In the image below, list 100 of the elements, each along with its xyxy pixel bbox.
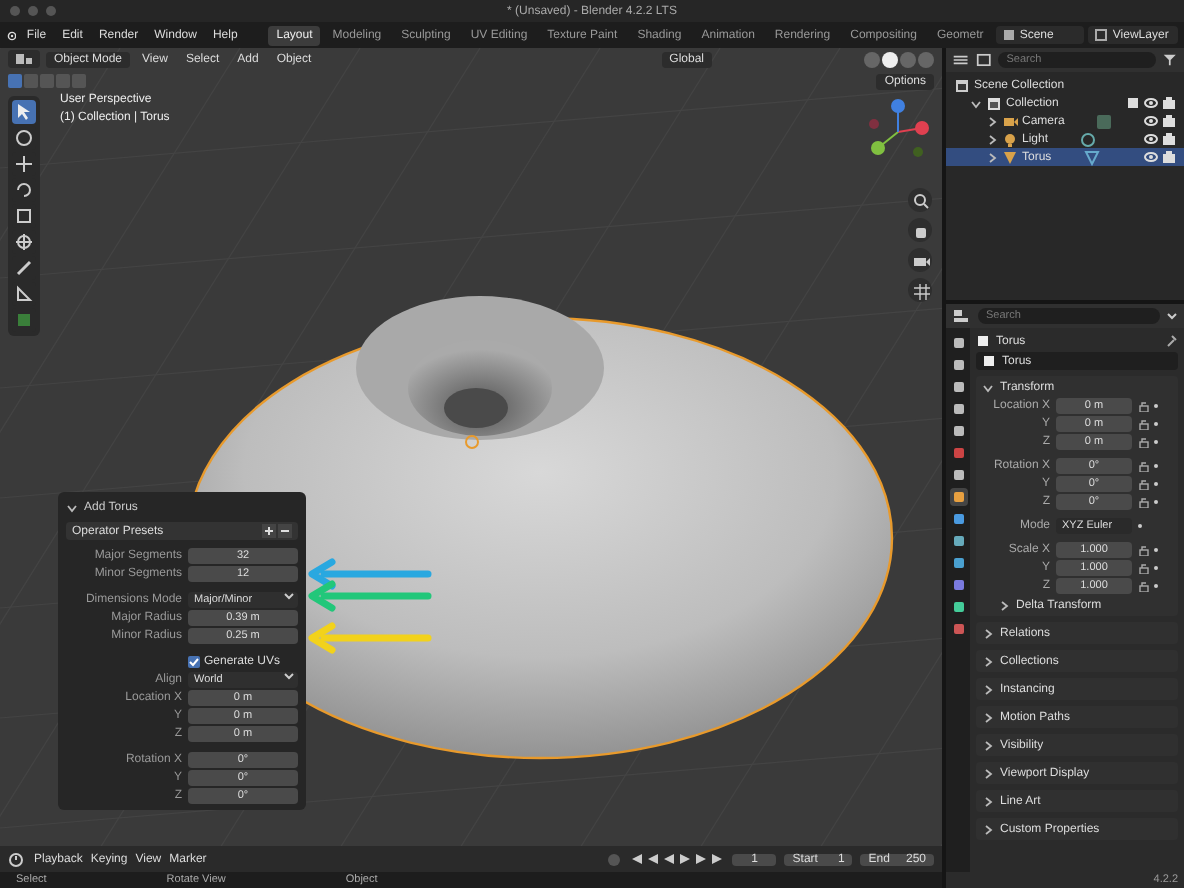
scene-icon [1001,28,1016,42]
square-icon [951,424,965,438]
tool-button[interactable] [12,204,36,228]
properties-tab[interactable] [949,620,967,638]
tool-button[interactable] [12,126,36,150]
plus-icon [264,526,274,536]
properties-tab[interactable] [949,576,967,594]
chevron-down-icon [284,592,294,600]
camera-icon [1002,113,1018,129]
properties-tab[interactable] [949,400,967,418]
lock-icon[interactable] [1138,562,1150,574]
chevron-right-icon[interactable] [986,115,998,127]
chevron-down-icon[interactable] [1166,310,1178,322]
chevron-right-icon[interactable] [986,133,998,145]
zoom-icon [911,191,929,209]
light-icon [1002,131,1018,147]
circle-icon [14,128,34,148]
properties-tab[interactable] [949,532,967,550]
checkbox[interactable] [188,656,200,668]
navigation-button[interactable] [908,278,932,302]
properties-tab[interactable] [949,466,967,484]
square-icon [951,534,965,548]
square-icon [951,622,965,636]
properties-tab[interactable] [949,598,967,616]
transform-icon [14,232,34,252]
properties-tab[interactable] [949,334,967,352]
lock-icon[interactable] [1138,436,1150,448]
lock-icon[interactable] [1138,418,1150,430]
pin-icon[interactable] [1164,334,1178,348]
cursor-icon [14,102,34,122]
chevron-right-icon[interactable] [982,739,994,751]
chevron-right-icon[interactable] [982,711,994,723]
editor-type-selector[interactable] [8,50,40,68]
eye-icon[interactable] [1144,114,1158,128]
tool-button[interactable] [12,100,36,124]
pen-icon [14,258,34,278]
camera-icon[interactable] [1162,114,1176,128]
lock-icon[interactable] [1138,460,1150,472]
filter-icon[interactable] [1162,52,1179,68]
square-icon [951,512,965,526]
cube-icon [14,310,34,330]
lock-icon[interactable] [1138,580,1150,592]
display-mode-icon[interactable] [975,52,993,68]
chevron-right-icon[interactable] [982,823,994,835]
lock-icon[interactable] [1138,400,1150,412]
eye-icon[interactable] [1144,96,1158,110]
clock-icon[interactable] [8,851,26,867]
checkmark-icon [188,656,200,668]
chevron-right-icon[interactable] [982,767,994,779]
chevron-down-icon[interactable] [66,501,78,513]
navigation-button[interactable] [908,218,932,242]
axes-icon [16,52,32,66]
eye-icon[interactable] [1144,150,1158,164]
chevron-right-icon[interactable] [982,683,994,695]
properties-tab[interactable] [949,378,967,396]
chevron-right-icon[interactable] [982,655,994,667]
mesh-icon [1002,149,1018,165]
properties-tab[interactable] [949,488,967,506]
properties-tab[interactable] [949,554,967,572]
square-icon [951,490,965,504]
tool-button[interactable] [12,282,36,306]
chevron-right-icon[interactable] [982,795,994,807]
navigation-button[interactable] [908,248,932,272]
chevron-right-icon[interactable] [986,151,998,163]
shading-mode-button[interactable] [882,51,898,67]
chevron-right-icon[interactable] [998,599,1010,611]
minus-icon [280,526,290,536]
square-icon [951,556,965,570]
square-icon [951,380,965,394]
chevron-right-icon[interactable] [982,627,994,639]
move-icon [14,154,34,174]
camera-icon[interactable] [1162,96,1176,110]
remove-preset-button[interactable] [278,524,292,538]
lock-icon[interactable] [1138,478,1150,490]
editor-type-icon[interactable] [952,308,972,324]
lock-icon[interactable] [1138,496,1150,508]
add-preset-button[interactable] [262,524,276,538]
ruler-icon [14,284,34,304]
properties-tab[interactable] [949,422,967,440]
properties-tab[interactable] [949,444,967,462]
camera-icon[interactable] [1162,132,1176,146]
camera-icon[interactable] [1162,150,1176,164]
chevron-down-icon [284,672,294,680]
chevron-down-icon[interactable] [970,97,982,109]
square-icon [951,402,965,416]
lock-icon[interactable] [1138,544,1150,556]
square-icon [951,358,965,372]
checkbox-icon[interactable] [1126,96,1140,110]
scale-icon [14,206,34,226]
navigation-button[interactable] [908,188,932,212]
layers-icon [1094,28,1109,42]
list-icon[interactable] [952,52,970,68]
eye-icon[interactable] [1144,132,1158,146]
chevron-down-icon[interactable] [982,381,994,393]
properties-tab[interactable] [949,510,967,528]
square-icon [951,600,965,614]
scene-icon [954,77,970,93]
square-icon [951,578,965,592]
blender-logo-icon[interactable] [6,27,17,43]
properties-tab[interactable] [949,356,967,374]
